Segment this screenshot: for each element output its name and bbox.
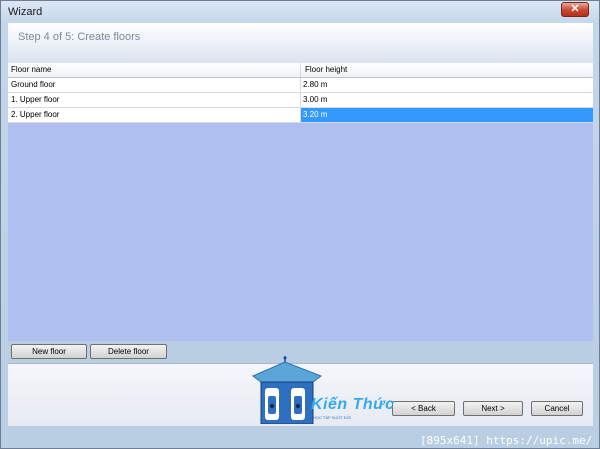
- step-title: Step 4 of 5: Create floors: [18, 31, 141, 43]
- title-bar[interactable]: Wizard ✕: [1, 1, 599, 23]
- grid-header-row: Floor name Floor height: [8, 63, 593, 78]
- watermark-text: Kiến Thức: [311, 396, 395, 413]
- floor-name-cell[interactable]: 2. Upper floor: [8, 108, 301, 122]
- image-host-caption: [895x641] https://upic.me/: [420, 434, 593, 447]
- next-button[interactable]: Next >: [463, 401, 523, 416]
- close-button[interactable]: ✕: [561, 2, 589, 17]
- watermark-logo: Kiến Thức HỌC TẬP SUỐT ĐỜI: [249, 356, 409, 425]
- wizard-window: Wizard ✕ Step 4 of 5: Create floors Floo…: [0, 0, 600, 449]
- table-row[interactable]: 2. Upper floor 3.20 m: [8, 108, 593, 123]
- floors-grid: Floor name Floor height Ground floor 2.8…: [8, 63, 593, 123]
- table-row[interactable]: 1. Upper floor 3.00 m: [8, 93, 593, 108]
- floor-height-cell[interactable]: 3.00 m: [301, 93, 593, 107]
- window-title: Wizard: [8, 6, 43, 18]
- cancel-button[interactable]: Cancel: [531, 401, 583, 416]
- column-header-floor-name[interactable]: Floor name: [8, 63, 301, 77]
- new-floor-button[interactable]: New floor: [11, 344, 87, 359]
- table-row[interactable]: Ground floor 2.80 m: [8, 78, 593, 93]
- floor-name-cell[interactable]: Ground floor: [8, 78, 301, 92]
- delete-floor-button[interactable]: Delete floor: [90, 344, 167, 359]
- close-icon: ✕: [570, 3, 580, 15]
- watermark-subtext: HỌC TẬP SUỐT ĐỜI: [313, 415, 352, 420]
- column-header-floor-height[interactable]: Floor height: [301, 63, 593, 77]
- floor-name-cell[interactable]: 1. Upper floor: [8, 93, 301, 107]
- floors-grid-area: Floor name Floor height Ground floor 2.8…: [8, 63, 593, 341]
- floor-height-cell[interactable]: 2.80 m: [301, 78, 593, 92]
- floor-height-cell-selected[interactable]: 3.20 m: [301, 108, 593, 122]
- wizard-header: Step 4 of 5: Create floors: [8, 23, 593, 64]
